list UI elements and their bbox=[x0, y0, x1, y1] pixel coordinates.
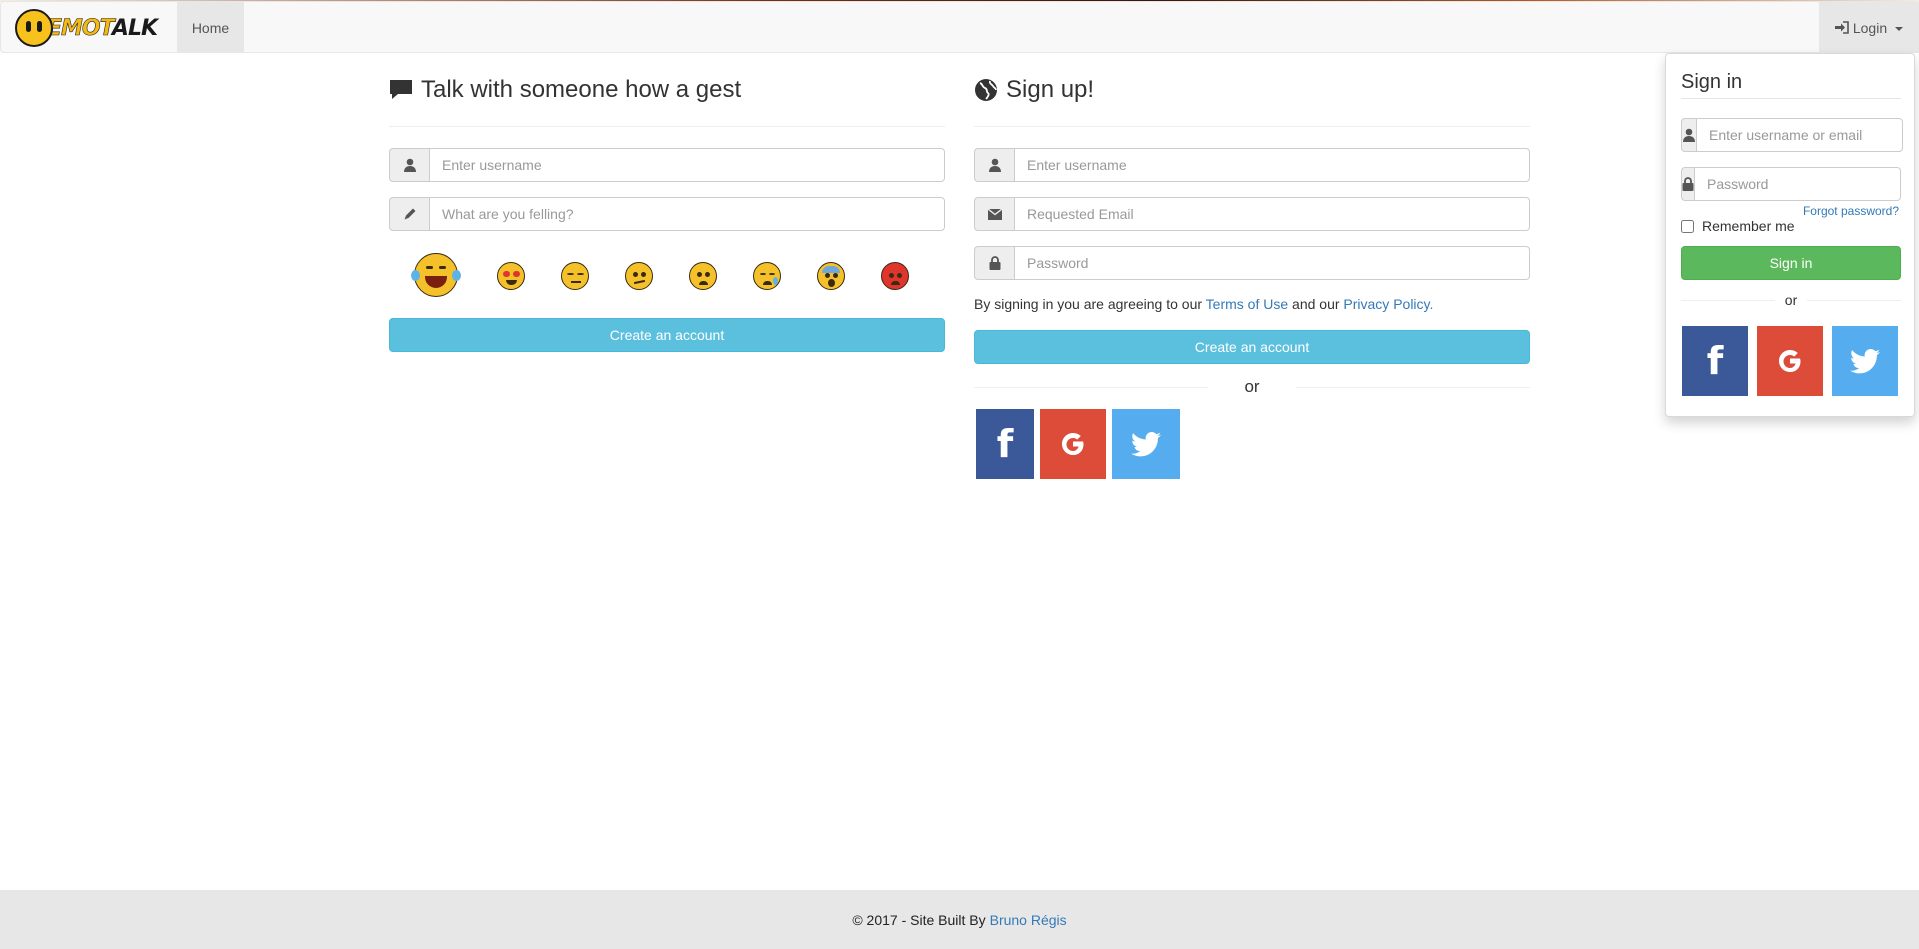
worried-emoji-icon[interactable] bbox=[689, 262, 717, 290]
privacy-policy-link[interactable]: Privacy Policy bbox=[1343, 296, 1429, 312]
terms-prefix: By signing in you are agreeing to our bbox=[974, 296, 1206, 312]
signup-username-input[interactable] bbox=[1014, 148, 1530, 182]
signin-social-buttons: f bbox=[1682, 326, 1898, 396]
signup-create-account-button[interactable]: Create an account bbox=[974, 330, 1530, 364]
google-button[interactable] bbox=[1757, 326, 1823, 396]
caret-down-icon bbox=[1895, 26, 1904, 31]
signup-username-group bbox=[974, 148, 1530, 182]
guest-feeling-input[interactable] bbox=[429, 197, 945, 231]
guest-heading: Talk with someone how a gest bbox=[389, 74, 741, 106]
envelope-icon bbox=[974, 197, 1014, 231]
twitter-button[interactable] bbox=[1832, 326, 1898, 396]
nav-login-dropdown-toggle[interactable]: Login bbox=[1819, 2, 1919, 53]
comment-icon bbox=[390, 80, 412, 99]
signup-title: Sign up! bbox=[1006, 76, 1095, 103]
twitter-icon bbox=[1850, 348, 1880, 373]
remember-me-row: Remember me bbox=[1681, 218, 1795, 234]
unamused-emoji-icon[interactable] bbox=[561, 262, 589, 290]
globe-icon bbox=[975, 79, 997, 101]
signup-or-separator: or bbox=[974, 377, 1530, 397]
forgot-password-link[interactable]: Forgot password? bbox=[1803, 204, 1899, 218]
pencil-icon bbox=[389, 197, 429, 231]
guest-feeling-group bbox=[389, 197, 945, 231]
terms-notice: By signing in you are agreeing to our Te… bbox=[974, 296, 1433, 312]
divider bbox=[974, 126, 1530, 127]
user-icon bbox=[1681, 118, 1696, 152]
twitter-icon bbox=[1131, 431, 1161, 456]
signup-heading: Sign up! bbox=[974, 74, 1094, 106]
terms-of-use-link[interactable]: Terms of Use bbox=[1206, 296, 1288, 312]
signin-title: Sign in bbox=[1681, 71, 1743, 93]
terms-middle: and our bbox=[1288, 296, 1344, 312]
twitter-button[interactable] bbox=[1112, 409, 1180, 479]
laughing-tears-emoji-icon[interactable] bbox=[411, 253, 461, 297]
sad-sweat-emoji-icon[interactable] bbox=[753, 262, 781, 290]
facebook-button[interactable]: f bbox=[1682, 326, 1748, 396]
terms-suffix: . bbox=[1429, 296, 1434, 312]
lock-icon bbox=[974, 246, 1014, 280]
signin-password-group bbox=[1681, 167, 1901, 201]
user-icon bbox=[974, 148, 1014, 182]
angry-emoji-icon[interactable] bbox=[881, 262, 909, 290]
google-button[interactable] bbox=[1040, 409, 1106, 479]
user-icon bbox=[389, 148, 429, 182]
signup-email-input[interactable] bbox=[1014, 197, 1530, 231]
signin-password-input[interactable] bbox=[1694, 167, 1901, 201]
nav-home-link[interactable]: Home bbox=[177, 2, 244, 53]
signin-button[interactable]: Sign in bbox=[1681, 246, 1901, 280]
facebook-icon: f bbox=[1706, 339, 1724, 383]
footer: © 2017 - Site Built By Bruno Régis bbox=[0, 890, 1919, 949]
heart-eyes-emoji-icon[interactable] bbox=[497, 262, 525, 290]
google-icon bbox=[1062, 433, 1084, 455]
remember-me-label: Remember me bbox=[1702, 218, 1795, 234]
fearful-emoji-icon[interactable] bbox=[817, 262, 845, 290]
divider bbox=[1681, 98, 1901, 99]
lock-icon bbox=[1681, 167, 1694, 201]
signin-or-separator: or bbox=[1681, 292, 1902, 308]
signin-dropdown: Sign in Forgot password? Remember me Sig… bbox=[1665, 53, 1915, 417]
facebook-button[interactable]: f bbox=[976, 409, 1034, 479]
signin-username-input[interactable] bbox=[1696, 118, 1903, 152]
google-icon bbox=[1779, 350, 1801, 372]
brand-logo[interactable]: EMOTALK bbox=[15, 8, 158, 48]
login-icon bbox=[1834, 21, 1849, 34]
author-link[interactable]: Bruno Régis bbox=[990, 912, 1067, 928]
login-label: Login bbox=[1852, 19, 1888, 36]
facebook-icon: f bbox=[996, 422, 1014, 466]
or-label: or bbox=[1784, 292, 1798, 308]
guest-create-account-button[interactable]: Create an account bbox=[389, 318, 945, 352]
divider bbox=[389, 126, 945, 127]
signup-email-group bbox=[974, 197, 1530, 231]
guest-username-input[interactable] bbox=[429, 148, 945, 182]
footer-copyright: © 2017 - Site Built By bbox=[852, 911, 986, 928]
smiley-logo-icon bbox=[15, 9, 53, 47]
signin-username-group bbox=[1681, 118, 1903, 152]
emoji-picker bbox=[389, 250, 945, 304]
or-label: or bbox=[1244, 377, 1260, 396]
guest-title: Talk with someone how a gest bbox=[421, 76, 742, 103]
signup-password-input[interactable] bbox=[1014, 246, 1530, 280]
remember-me-checkbox[interactable] bbox=[1681, 219, 1694, 233]
confused-emoji-icon[interactable] bbox=[625, 262, 653, 290]
brand-wordmark: EMOTALK bbox=[47, 15, 158, 41]
guest-username-group bbox=[389, 148, 945, 182]
signup-password-group bbox=[974, 246, 1530, 280]
signup-social-buttons: f bbox=[976, 409, 1180, 479]
navbar: EMOTALK Home Login bbox=[0, 1, 1919, 53]
